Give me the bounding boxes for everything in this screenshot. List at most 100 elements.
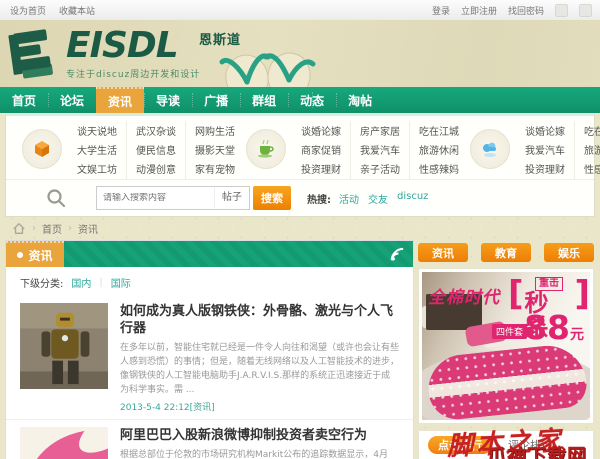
menu-link[interactable]: 投资理财 — [301, 161, 341, 180]
article-date: 2013-5-4 22:12 — [120, 403, 190, 413]
search-input[interactable] — [97, 193, 214, 203]
bookmark-link[interactable]: 收藏本站 — [59, 4, 95, 17]
article-category-tag[interactable]: [资讯] — [190, 403, 215, 413]
menu-column: 谈天说地 大学生活 文娱工坊 — [68, 121, 126, 180]
search-icon — [47, 189, 66, 208]
menu-link[interactable]: 网购生活 — [195, 123, 235, 142]
login-link[interactable]: 登录 — [432, 4, 450, 17]
menu-link[interactable]: 动漫创意 — [136, 161, 176, 180]
breadcrumb-current[interactable]: 资讯 — [78, 221, 98, 236]
menu-link[interactable]: 吃在江城 — [419, 123, 459, 142]
nav-item-group[interactable]: 群组 — [240, 87, 288, 113]
hot-link[interactable]: discuz — [397, 191, 428, 206]
hot-search-links: 活动 交友 discuz — [339, 191, 428, 206]
rank-tab-comments[interactable]: 评论排行 — [508, 437, 552, 453]
article-title[interactable]: 如何成为真人版钢铁侠：外骨骼、激光与个人飞行器 — [120, 303, 399, 337]
menu-link[interactable]: 旅游休闲 — [419, 142, 459, 161]
ad-price-unit: 元 — [570, 327, 584, 343]
menu-link[interactable]: 便民信息 — [136, 142, 176, 161]
rank-tab-clicks[interactable]: 点击排行 — [428, 436, 492, 454]
breadcrumb: › 首页 › 资讯 — [12, 221, 98, 236]
set-home-link[interactable]: 设为首页 — [10, 4, 46, 17]
news-tab[interactable]: 资讯 — [6, 241, 64, 267]
nav-item-home[interactable]: 首页 — [0, 87, 48, 113]
site-logo[interactable]: EISDL 恩斯道 专注于discuz周边开发和设计 — [8, 26, 240, 80]
system-tray-icon — [555, 3, 568, 17]
menu-link[interactable]: 我爱汽车 — [360, 142, 400, 161]
system-tray-icon — [579, 3, 592, 17]
page-root: 设为首页 收藏本站 登录 立即注册 找回密码 EISDL 恩斯道 专注于disc… — [0, 0, 600, 459]
menu-link[interactable]: 谈婚论嫁 — [301, 123, 341, 142]
ad-bedding-image: 全棉时代 [ 重击 秒杀 ] 四件套 88元 — [422, 272, 590, 420]
article-thumbnail-weibo[interactable] — [20, 427, 108, 459]
menu-column: 网购生活 摄影天堂 家有宠物 — [185, 121, 244, 180]
breadcrumb-separator: › — [68, 223, 72, 234]
nav-item-forum[interactable]: 论坛 — [48, 87, 96, 113]
category-button-news[interactable]: 资讯 — [418, 243, 468, 262]
menu-link[interactable]: 性感辣妈 — [419, 161, 459, 180]
menu-link[interactable]: 文娱工坊 — [77, 161, 117, 180]
sidebar-category-buttons: 资讯 教育 娱乐 — [418, 243, 594, 262]
menu-column: 吃在江城 旅游休闲 性感辣妈 — [409, 121, 468, 180]
ad-item-tag: 四件套 — [492, 324, 528, 339]
menu-link[interactable]: 摄影天堂 — [195, 142, 235, 161]
menu-link[interactable]: 旅游休闲 — [584, 142, 600, 161]
menu-link[interactable]: 我爱汽车 — [525, 142, 565, 161]
menu-column: 吃在江城 旅游休闲 性感辣妈 — [574, 121, 600, 180]
nav-item-guide[interactable]: 导读 — [144, 87, 192, 113]
news-tab-label: 资讯 — [28, 248, 53, 263]
nav-item-collection[interactable]: 淘帖 — [336, 87, 384, 113]
nav-item-broadcast[interactable]: 广播 — [192, 87, 240, 113]
ad-brand-text: 全棉时代 — [428, 288, 500, 308]
search-type-select[interactable]: 帖子 — [214, 188, 249, 208]
menu-link[interactable]: 性感辣妈 — [584, 161, 600, 180]
hot-link[interactable]: 活动 — [339, 191, 359, 206]
search-input-wrap: 帖子 — [96, 186, 250, 210]
menu-link[interactable]: 亲子活动 — [360, 161, 400, 180]
menu-link[interactable]: 大学生活 — [77, 142, 117, 161]
article-excerpt: 根据总部位于伦敦的市场研究机构Markit公布的追踪数据显示，4月29日，新浪的… — [120, 450, 388, 459]
rss-icon[interactable] — [390, 247, 405, 262]
ad-price: 88元 — [524, 308, 584, 347]
news-article: 如何成为真人版钢铁侠：外骨骼、激光与个人飞行器 在多年以前，智能住宅就已经是一件… — [6, 296, 413, 419]
menu-link[interactable]: 吃在江城 — [584, 123, 600, 142]
ad-bracket: [ — [508, 274, 524, 314]
menu-link[interactable]: 家有宠物 — [195, 161, 235, 180]
menu-link[interactable]: 谈天说地 — [77, 123, 117, 142]
ad-banner[interactable]: 全棉时代 [ 重击 秒杀 ] 四件套 88元 — [418, 268, 594, 424]
menu-link[interactable]: 武汉杂谈 — [136, 123, 176, 142]
nav-item-news[interactable]: 资讯 — [96, 87, 145, 113]
logo-e-icon — [8, 29, 53, 79]
subcategory-international[interactable]: 国际 — [111, 275, 131, 290]
home-icon[interactable] — [12, 222, 26, 235]
breadcrumb-separator: › — [32, 223, 36, 234]
nav-divider — [312, 92, 313, 108]
breadcrumb-home-link[interactable]: 首页 — [42, 221, 62, 236]
category-button-education[interactable]: 教育 — [481, 243, 531, 262]
menu-link[interactable]: 房产家居 — [360, 123, 400, 142]
topbar-right-links: 登录 立即注册 找回密码 — [432, 3, 592, 17]
ad-price-number: 88 — [524, 308, 570, 347]
article-title[interactable]: 阿里巴巴入股新浪微博抑制投资者卖空行为 — [120, 427, 399, 444]
subcategory-domestic[interactable]: 国内 — [71, 275, 91, 290]
search-bar: 帖子 搜索 热搜: 活动 交友 discuz — [6, 179, 594, 216]
menu-column: 房产家居 我爱汽车 亲子活动 — [350, 121, 409, 180]
search-button[interactable]: 搜索 — [253, 186, 291, 210]
register-link[interactable]: 立即注册 — [461, 4, 497, 17]
hot-link[interactable]: 交友 — [368, 191, 388, 206]
article-thumbnail-ironman[interactable] — [20, 303, 108, 389]
menu-link[interactable]: 商家促销 — [301, 142, 341, 161]
category-mega-menu: 谈天说地 大学生活 文娱工坊 武汉杂谈 便民信息 动漫创意 网购生活 摄影天堂 … — [6, 116, 600, 180]
menu-column: 武汉杂谈 便民信息 动漫创意 — [126, 121, 185, 180]
cloud-icon — [470, 129, 510, 169]
top-bar: 设为首页 收藏本站 登录 立即注册 找回密码 — [0, 0, 600, 21]
site-header-banner: EISDL 恩斯道 专注于discuz周边开发和设计 — [0, 20, 600, 102]
category-button-entertainment[interactable]: 娱乐 — [544, 243, 594, 262]
menu-link[interactable]: 投资理财 — [525, 161, 565, 180]
recover-password-link[interactable]: 找回密码 — [508, 4, 544, 17]
cube-icon — [22, 129, 62, 169]
hot-search-label: 热搜: — [307, 194, 331, 206]
topbar-left-links: 设为首页 收藏本站 — [10, 4, 95, 17]
menu-link[interactable]: 谈婚论嫁 — [525, 123, 565, 142]
article-meta: 2013-5-4 22:12[资讯] — [120, 400, 399, 413]
